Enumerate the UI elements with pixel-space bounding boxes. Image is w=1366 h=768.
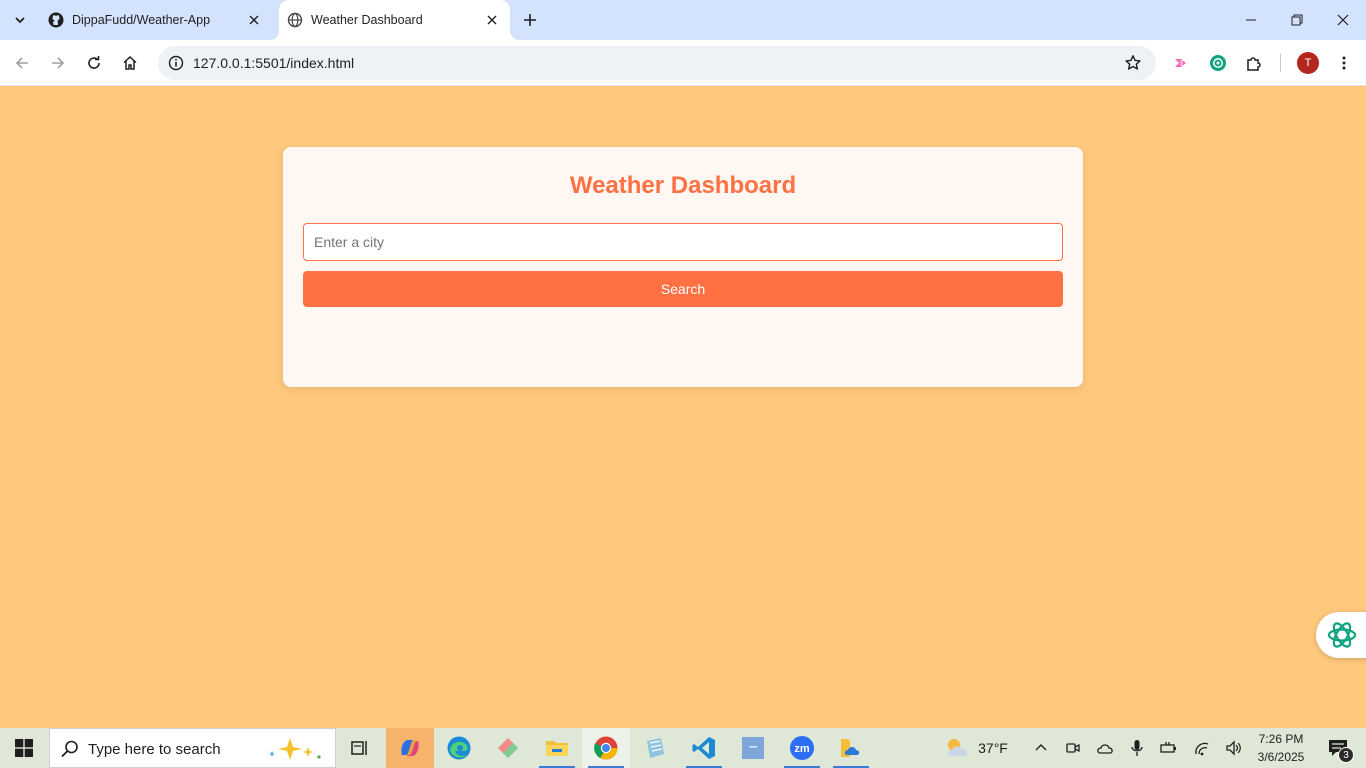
floating-ai-assistant-button[interactable] [1316, 612, 1366, 658]
task-view-icon [351, 741, 367, 755]
chevron-up-icon [1035, 744, 1047, 751]
github-icon [48, 12, 64, 28]
arrow-right-icon [52, 57, 65, 69]
chrome-icon [594, 736, 618, 760]
weather-temperature[interactable]: 37°F [976, 728, 1010, 768]
toolbar-separator [1280, 54, 1281, 72]
search-button[interactable]: Search [303, 271, 1063, 307]
task-view-button[interactable] [336, 728, 384, 768]
forward-button[interactable] [44, 49, 72, 77]
address-bar[interactable]: 127.0.0.1:5501/index.html [158, 46, 1156, 80]
arrow-left-icon [15, 57, 28, 69]
clock-time: 7:26 PM [1258, 732, 1304, 746]
profile-avatar[interactable]: T [1297, 52, 1319, 74]
vscode-icon [692, 737, 715, 759]
battery-power-icon[interactable] [1158, 728, 1180, 768]
folder-icon [546, 741, 568, 756]
bookmark-star-icon[interactable] [1122, 52, 1144, 74]
weather-card: Weather Dashboard Search [283, 147, 1083, 387]
zoom-icon: zm [790, 736, 814, 760]
close-tab-icon[interactable] [246, 12, 262, 28]
taskbar-search-box[interactable]: Type here to search [49, 728, 336, 768]
notification-count-badge: 3 [1338, 747, 1354, 763]
window-app-icon [742, 737, 764, 759]
new-tab-button[interactable] [518, 8, 542, 32]
taskbar-vscode[interactable] [680, 728, 728, 768]
minimize-icon [1246, 19, 1256, 21]
taskbar-app-window[interactable] [729, 728, 777, 768]
close-window-button[interactable] [1320, 0, 1366, 40]
home-icon [123, 55, 137, 70]
plus-icon [524, 14, 536, 26]
copilot-icon [401, 740, 419, 756]
edge-icon [447, 736, 471, 760]
minimize-button[interactable] [1228, 0, 1274, 40]
taskbar-zoom[interactable]: zm [778, 728, 826, 768]
page-title: Weather Dashboard [569, 172, 797, 199]
show-hidden-icons-button[interactable] [1030, 728, 1052, 768]
meet-now-icon[interactable] [1062, 728, 1084, 768]
restore-icon [1291, 14, 1303, 26]
back-button[interactable] [8, 49, 36, 77]
weather-widget[interactable] [944, 728, 972, 768]
openai-logo-icon [1327, 622, 1357, 648]
taskbar-notepad[interactable] [631, 728, 679, 768]
notification-center-button[interactable]: 3 [1318, 728, 1358, 768]
reload-button[interactable] [80, 49, 108, 77]
windows-logo-icon [15, 739, 33, 757]
app-diamond-icon [498, 738, 518, 758]
volume-icon[interactable] [1222, 728, 1246, 768]
home-button[interactable] [116, 49, 144, 77]
taskbar-pinned-app[interactable] [484, 728, 532, 768]
taskbar-edge[interactable] [435, 728, 483, 768]
tab-search-button[interactable] [8, 8, 32, 32]
taskbar-search-placeholder: Type here to search [88, 741, 221, 758]
globe-icon [287, 12, 303, 28]
chatgpt-extension-icon[interactable] [1206, 51, 1230, 75]
taskbar-copilot[interactable] [386, 728, 434, 768]
taskbar-chrome[interactable] [582, 728, 630, 768]
tab-weather-dashboard[interactable]: Weather Dashboard [269, 0, 520, 40]
onedrive-folder-icon [841, 739, 860, 757]
close-icon [1337, 14, 1349, 26]
onedrive-cloud-icon[interactable] [1094, 728, 1116, 768]
tab-title: DippaFudd/Weather-App [72, 13, 211, 27]
microphone-icon[interactable] [1126, 728, 1148, 768]
search-icon [61, 740, 78, 758]
browser-tab-strip: DippaFudd/Weather-App Weather Dashboard [0, 0, 1366, 40]
start-button[interactable] [0, 728, 48, 768]
reload-icon [88, 56, 100, 69]
notepad-icon [647, 738, 664, 758]
clock-date: 3/6/2025 [1257, 750, 1305, 764]
menu-kebab-icon[interactable] [1332, 51, 1356, 75]
tab-title: Weather Dashboard [311, 13, 423, 27]
tab-github[interactable]: DippaFudd/Weather-App [40, 0, 272, 40]
partly-cloudy-icon [948, 739, 967, 756]
close-tab-icon[interactable] [484, 12, 500, 28]
taskbar-onedrive-folder[interactable] [827, 728, 875, 768]
city-search-input[interactable] [303, 223, 1063, 261]
restore-button[interactable] [1274, 0, 1320, 40]
svg-text:zm: zm [794, 743, 810, 755]
browser-toolbar: 127.0.0.1:5501/index.html T [0, 40, 1366, 86]
windows-taskbar: Type here to search zm 37°F 7:26 PM 3/6/… [0, 728, 1366, 768]
sparkle-icon [268, 738, 321, 760]
extension-pink-icon[interactable] [1169, 51, 1193, 75]
taskbar-clock[interactable]: 7:26 PM 3/6/2025 [1250, 730, 1312, 766]
taskbar-file-explorer[interactable] [533, 728, 581, 768]
wifi-icon[interactable] [1190, 728, 1214, 768]
chevron-down-icon [15, 17, 25, 24]
extensions-puzzle-icon[interactable] [1242, 51, 1266, 75]
site-info-icon[interactable] [164, 51, 188, 75]
url-text: 127.0.0.1:5501/index.html [193, 55, 355, 71]
